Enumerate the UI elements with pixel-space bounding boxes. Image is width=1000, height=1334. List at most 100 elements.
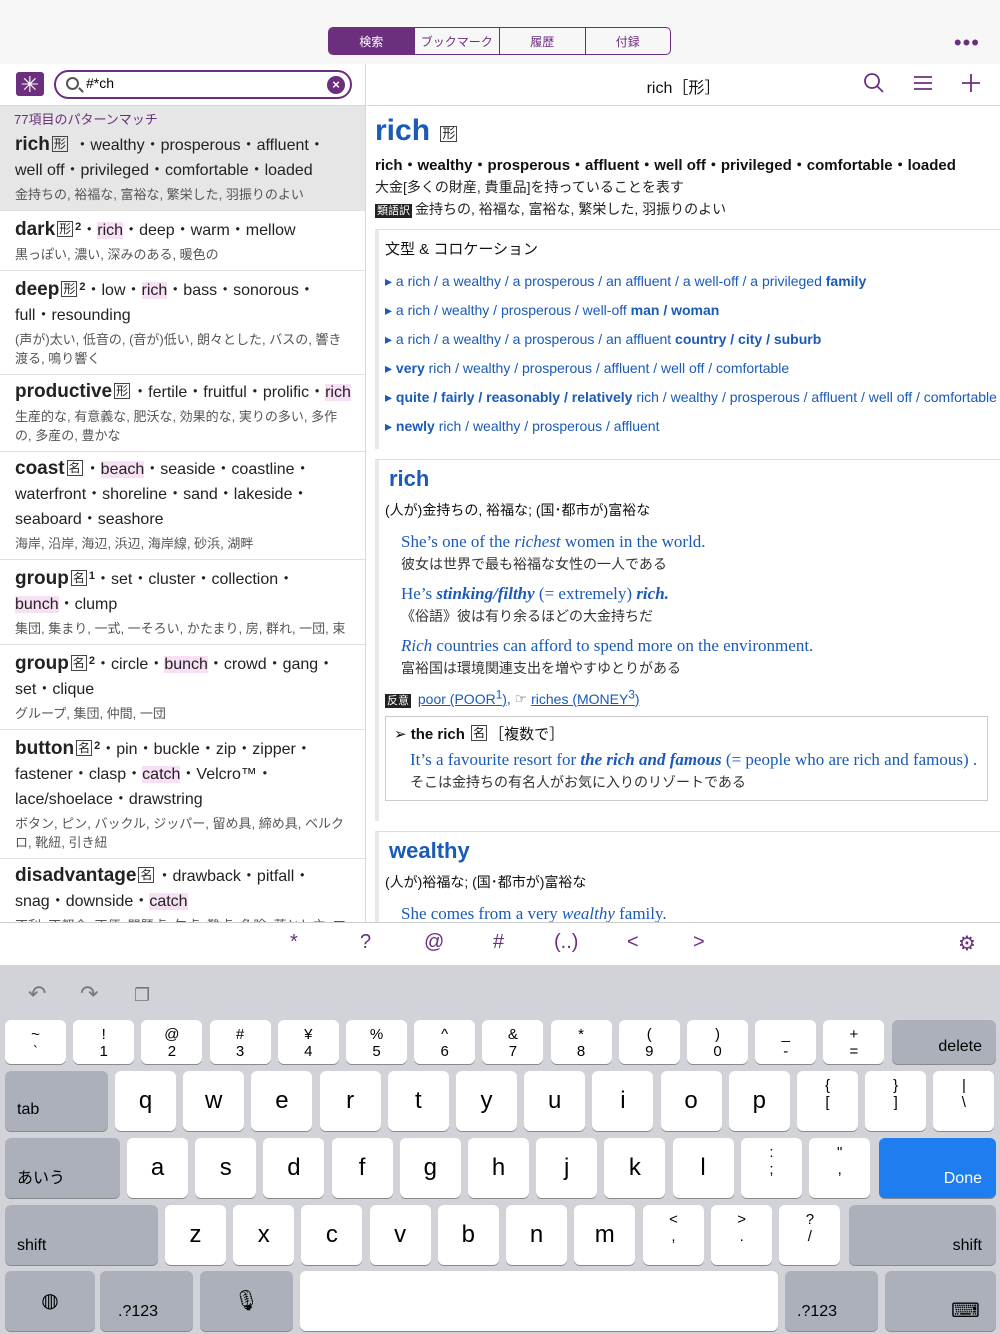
- collocation-item[interactable]: ▸ newly rich / wealthy / prosperous / af…: [385, 412, 1000, 441]
- delete-key[interactable]: delete: [892, 1020, 996, 1064]
- key-d[interactable]: d: [263, 1138, 325, 1198]
- key-s[interactable]: s: [195, 1138, 257, 1198]
- wildcard-button[interactable]: ✳: [16, 72, 44, 97]
- numbers-key-left[interactable]: .?123: [100, 1271, 193, 1331]
- key-1[interactable]: ! 1: [73, 1020, 135, 1064]
- paste-icon[interactable]: ❐: [134, 985, 150, 1006]
- numbers-key-right[interactable]: .?123: [785, 1271, 878, 1331]
- collocation-item[interactable]: ▸ a rich / wealthy / prosperous / well-o…: [385, 296, 1000, 325]
- key-q[interactable]: q: [115, 1071, 176, 1131]
- list-item[interactable]: button 名 2・pin・buckle・zip・zipper・fastener・…: [0, 730, 365, 859]
- key-punct-1[interactable]: ",: [809, 1138, 871, 1198]
- key-=[interactable]: + =: [823, 1020, 885, 1064]
- key-][interactable]: }]: [865, 1071, 927, 1131]
- list-icon[interactable]: [912, 72, 934, 100]
- key-p[interactable]: p: [728, 1071, 790, 1131]
- list-item[interactable]: dark 形 2・rich・deep・warm・mellow 黒っぽい, 濃い, 深み…: [0, 211, 365, 271]
- clear-icon[interactable]: ×: [327, 76, 345, 94]
- see-also-link-riches[interactable]: riches (MONEY3): [531, 688, 639, 707]
- add-icon[interactable]: [960, 72, 982, 100]
- key-f[interactable]: f: [331, 1138, 393, 1198]
- key-o[interactable]: o: [660, 1071, 722, 1131]
- more-icon[interactable]: •••: [954, 30, 980, 56]
- list-item[interactable]: group 名 1・set・cluster・collection・bunch・clu…: [0, 560, 365, 645]
- key-x[interactable]: x: [233, 1205, 295, 1265]
- key-n[interactable]: n: [506, 1205, 567, 1265]
- search-icon[interactable]: [863, 72, 885, 100]
- key-i[interactable]: i: [592, 1071, 654, 1131]
- list-item[interactable]: rich 形 ・wealthy・prosperous・affluent・well …: [0, 128, 365, 211]
- collocation-item[interactable]: ▸ very rich / wealthy / prosperous / aff…: [385, 354, 1000, 383]
- key-z[interactable]: z: [165, 1205, 226, 1265]
- symbol-right[interactable]: >: [693, 931, 705, 954]
- key-7[interactable]: & 7: [482, 1020, 544, 1064]
- antonym-link-poor[interactable]: poor (POOR1): [418, 688, 507, 707]
- shift-key-right[interactable]: shift: [849, 1205, 996, 1265]
- symbol-left[interactable]: <: [627, 931, 639, 954]
- list-item[interactable]: coast 名・beach・seaside・coastline・waterfron…: [0, 452, 365, 560]
- tab-history[interactable]: 履歴: [499, 28, 585, 54]
- key-a[interactable]: a: [127, 1138, 188, 1198]
- gear-icon[interactable]: ⚙: [958, 931, 976, 956]
- key-c[interactable]: c: [301, 1205, 363, 1265]
- hide-keyboard-key[interactable]: ⌨: [885, 1271, 996, 1331]
- symbol-paren[interactable]: (..): [554, 931, 578, 954]
- key-r[interactable]: r: [319, 1071, 381, 1131]
- key-h[interactable]: h: [468, 1138, 529, 1198]
- key-8[interactable]: * 8: [550, 1020, 612, 1064]
- done-key[interactable]: Done: [879, 1138, 996, 1198]
- tab-search[interactable]: 検索: [329, 28, 414, 54]
- space-key[interactable]: [300, 1271, 778, 1331]
- key-`[interactable]: ~ `: [5, 1020, 66, 1064]
- key-m[interactable]: m: [574, 1205, 636, 1265]
- example-ja: 富裕国は環境関連支出を増やすゆとりがある: [401, 660, 681, 676]
- key-9[interactable]: (9: [618, 1020, 680, 1064]
- collocation-item[interactable]: ▸ quite / fairly / reasonably / relative…: [385, 383, 1000, 412]
- key-punct-z0[interactable]: <,: [643, 1205, 704, 1265]
- collocation-item[interactable]: ▸ a rich / a wealthy / a prosperous / an…: [385, 325, 1000, 354]
- key-e[interactable]: e: [251, 1071, 313, 1131]
- key-k[interactable]: k: [604, 1138, 666, 1198]
- key-l[interactable]: l: [672, 1138, 734, 1198]
- list-item[interactable]: group 名 2・circle・bunch・crowd・gang・set・cliq…: [0, 645, 365, 730]
- key-j[interactable]: j: [536, 1138, 598, 1198]
- search-field[interactable]: #*ch ×: [54, 70, 352, 99]
- key-y[interactable]: y: [456, 1071, 517, 1131]
- tab-bookmark[interactable]: ブックマーク: [413, 28, 500, 54]
- tab-appendix[interactable]: 付録: [584, 28, 671, 54]
- key-3[interactable]: #3: [209, 1020, 271, 1064]
- key-u[interactable]: u: [524, 1071, 586, 1131]
- collocation-item[interactable]: ▸ a rich / a wealthy / a prosperous / an…: [385, 267, 1000, 296]
- key-[[interactable]: {[: [797, 1071, 858, 1131]
- key-w[interactable]: w: [183, 1071, 245, 1131]
- list-item[interactable]: productive 形・fertile・fruitful・prolific・ri…: [0, 375, 365, 452]
- key-4[interactable]: ¥4: [277, 1020, 339, 1064]
- key-b[interactable]: b: [437, 1205, 499, 1265]
- key-t[interactable]: t: [387, 1071, 449, 1131]
- key-punct-z1[interactable]: >.: [711, 1205, 773, 1265]
- key--[interactable]: _ -: [755, 1020, 817, 1064]
- symbol-hash[interactable]: #: [493, 931, 504, 954]
- key-v[interactable]: v: [369, 1205, 431, 1265]
- key-punct-0[interactable]: :;: [741, 1138, 802, 1198]
- key-5[interactable]: % 5: [346, 1020, 407, 1064]
- tab-key[interactable]: tab: [5, 1071, 108, 1131]
- list-item[interactable]: deep 形 2・low・rich・bass・sonorous・full・resou…: [0, 271, 365, 375]
- key-0[interactable]: ) 0: [687, 1020, 748, 1064]
- globe-key[interactable]: ◍: [5, 1271, 95, 1331]
- redo-icon[interactable]: ↷: [80, 981, 98, 1007]
- dictation-key[interactable]: 🎙: [200, 1271, 293, 1331]
- list-item[interactable]: disadvantage 名・drawback・pitfall・snag・down…: [0, 859, 365, 922]
- shift-key-left[interactable]: shift: [5, 1205, 158, 1265]
- key-punct-z2[interactable]: ? /: [779, 1205, 841, 1265]
- kana-key[interactable]: あいう: [5, 1138, 120, 1198]
- symbol-question[interactable]: ?: [360, 931, 371, 954]
- symbol-asterisk[interactable]: *: [290, 931, 298, 954]
- symbol-at[interactable]: @: [424, 931, 444, 954]
- search-input[interactable]: #*ch: [86, 75, 114, 91]
- key-2[interactable]: @2: [141, 1020, 203, 1064]
- key-6[interactable]: ^ 6: [414, 1020, 476, 1064]
- key-g[interactable]: g: [399, 1138, 461, 1198]
- undo-icon[interactable]: ↶: [28, 981, 46, 1007]
- key-\[interactable]: | \: [933, 1071, 995, 1131]
